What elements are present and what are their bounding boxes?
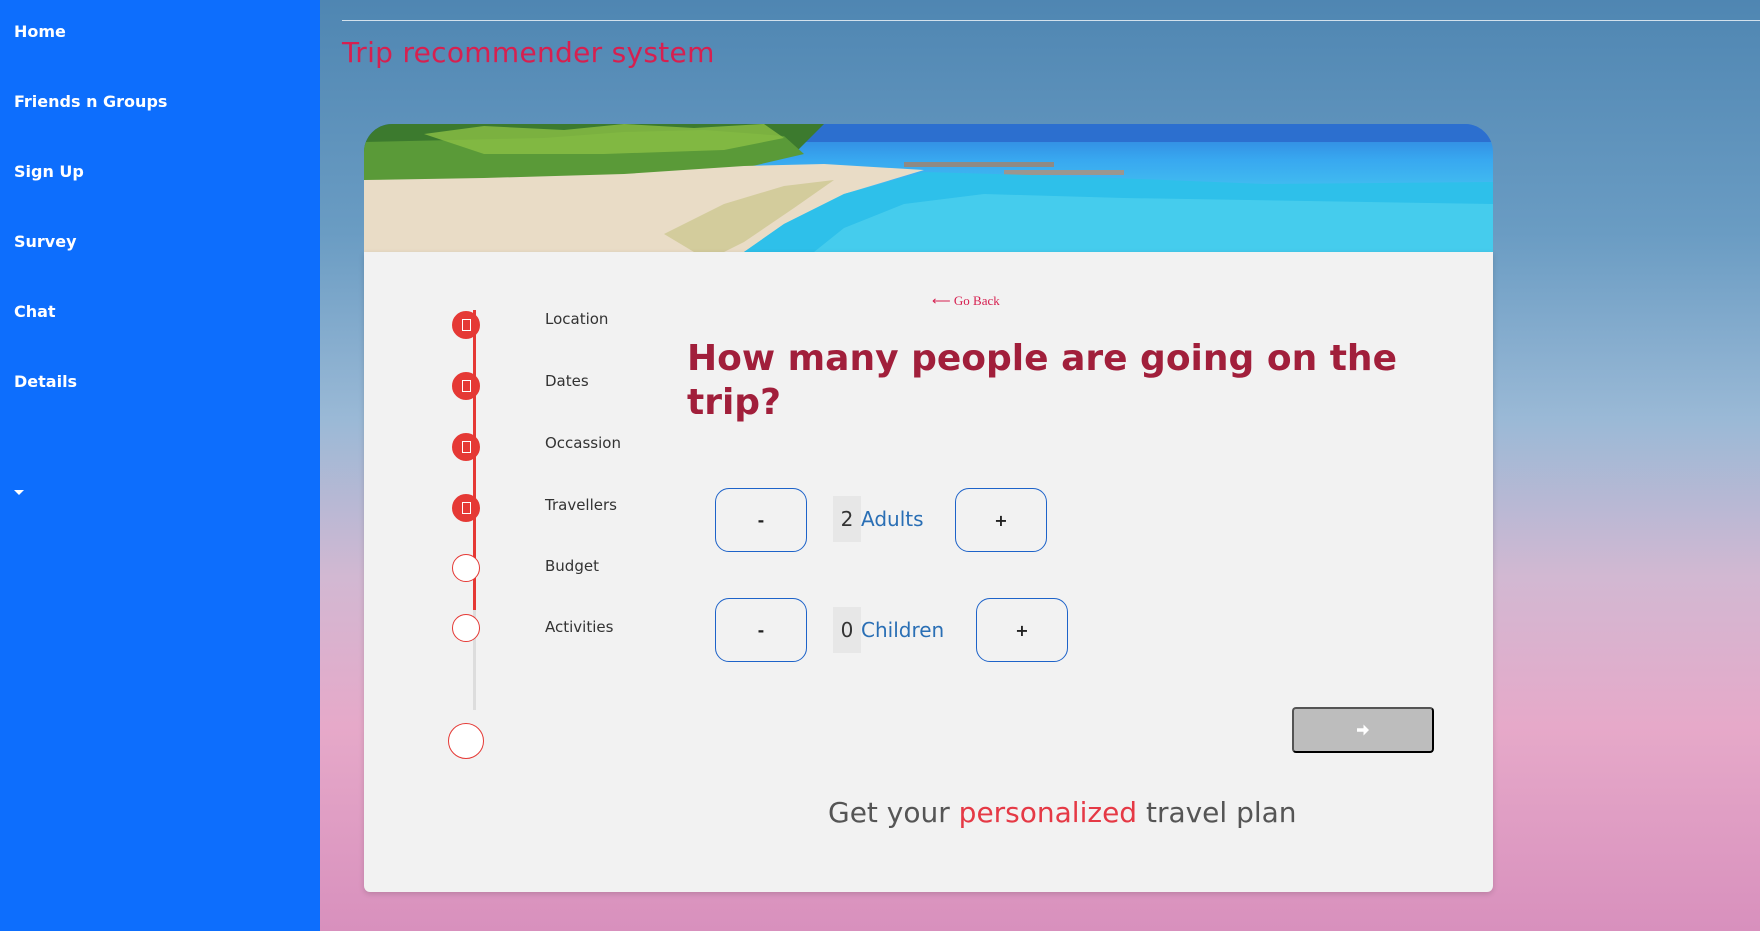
step-occassion-check-icon	[452, 433, 480, 461]
nav-sign-up[interactable]: Sign Up	[14, 162, 84, 181]
step-label-location: Location	[545, 310, 609, 328]
go-back-link[interactable]: ⟵ Go Back	[932, 293, 1000, 309]
tagline: Get your personalized travel plan	[828, 796, 1297, 829]
step-label-activities: Activities	[545, 618, 614, 636]
tagline-part1: Get your	[828, 796, 959, 829]
adults-increment-button[interactable]: +	[955, 488, 1047, 552]
step-activities-circle-icon	[452, 614, 480, 642]
step-label-budget: Budget	[545, 557, 599, 575]
step-finish-circle-icon	[448, 723, 484, 759]
nav-friends-groups[interactable]: Friends n Groups	[14, 92, 167, 111]
tagline-part2: travel plan	[1137, 796, 1297, 829]
step-label-occassion: Occassion	[545, 434, 621, 452]
children-decrement-button[interactable]: -	[715, 598, 807, 662]
step-travellers-check-icon	[452, 494, 480, 522]
tagline-accent: personalized	[958, 796, 1138, 829]
adults-decrement-button[interactable]: -	[715, 488, 807, 552]
page-title: Trip recommender system	[342, 36, 715, 69]
nav-home[interactable]: Home	[14, 22, 66, 41]
children-count: 0	[833, 607, 861, 653]
step-label-dates: Dates	[545, 372, 589, 390]
nav-details[interactable]: Details	[14, 372, 77, 391]
children-increment-button[interactable]: +	[976, 598, 1068, 662]
arrow-right-icon	[1357, 724, 1369, 736]
nav-chat[interactable]: Chat	[14, 302, 56, 321]
adults-label: Adults	[861, 507, 924, 531]
step-location-check-icon	[452, 311, 480, 339]
adults-count: 2	[833, 496, 861, 542]
step-label-travellers: Travellers	[545, 496, 617, 514]
nav-survey[interactable]: Survey	[14, 232, 77, 251]
sidebar: Home Friends n Groups Sign Up Survey Cha…	[0, 0, 320, 931]
beach-banner-image	[364, 124, 1493, 252]
question-heading: How many people are going on the trip?	[687, 338, 1397, 423]
step-progress-line-upcoming	[473, 468, 476, 610]
step-dates-check-icon	[452, 372, 480, 400]
next-button[interactable]	[1292, 707, 1434, 753]
caret-down-icon[interactable]	[14, 490, 24, 495]
header-divider	[342, 20, 1760, 21]
children-label: Children	[861, 618, 945, 642]
step-budget-circle-icon	[452, 554, 480, 582]
